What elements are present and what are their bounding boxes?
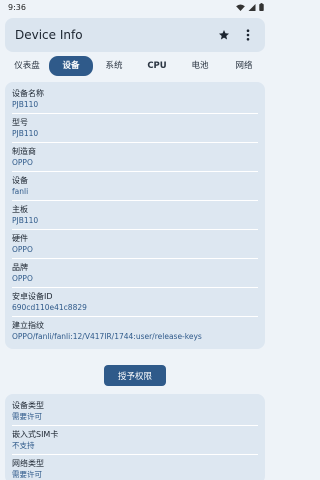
more-vert-icon[interactable] [241, 28, 255, 42]
row-label: 建立指纹 [12, 321, 44, 330]
row-value: 不支持 [12, 441, 35, 450]
info-row-device-name: 设备名称 PJB110 [12, 85, 258, 114]
info-row-board: 主板 PJB110 [12, 201, 258, 230]
info-row-network-type: 网络类型 需要许可 [12, 455, 258, 480]
device-info-card: 设备名称 PJB110 型号 PJB110 制造商 OPPO 设备 fanli … [5, 82, 265, 349]
row-label: 型号 [12, 118, 28, 127]
row-label: 主板 [12, 205, 28, 214]
star-icon[interactable] [217, 28, 231, 42]
status-time: 9:36 [8, 2, 26, 12]
status-icons [236, 3, 264, 11]
tab-dashboard[interactable]: 仪表盘 [8, 56, 46, 76]
app-bar: Device Info [5, 18, 265, 52]
row-value: fanli [12, 187, 29, 196]
row-value: OPPO [12, 274, 33, 283]
row-value: PJB110 [12, 100, 39, 109]
row-value: OPPO/fanli/fanli:12/V417IR/1744:user/rel… [12, 332, 202, 341]
row-label: 硬件 [12, 234, 28, 243]
row-value: OPPO [12, 245, 33, 254]
permission-card: 设备类型 需要许可 嵌入式SIM卡 不支持 网络类型 需要许可 [5, 394, 265, 480]
row-value: 690cd110e41c8829 [12, 303, 87, 312]
info-row-hardware: 硬件 OPPO [12, 230, 258, 259]
signal-icon [248, 3, 256, 11]
tab-battery[interactable]: 电池 [185, 56, 215, 76]
row-value: 需要许可 [12, 412, 42, 421]
info-row-device-type: 设备类型 需要许可 [12, 397, 258, 426]
row-label: 嵌入式SIM卡 [12, 430, 59, 439]
status-bar: 9:36 [0, 0, 270, 14]
row-label: 安卓设备ID [12, 292, 53, 301]
tab-system[interactable]: 系统 [100, 56, 128, 76]
info-row-device: 设备 fanli [12, 172, 258, 201]
info-row-brand: 品牌 OPPO [12, 259, 258, 288]
row-label: 制造商 [12, 147, 36, 156]
row-value: 需要许可 [12, 470, 42, 479]
battery-icon [259, 3, 264, 11]
info-row-esim: 嵌入式SIM卡 不支持 [12, 426, 258, 455]
row-value: PJB110 [12, 129, 39, 138]
grant-permission-button[interactable]: 授予权限 [104, 365, 166, 386]
row-label: 设备类型 [12, 401, 44, 410]
info-row-android-id: 安卓设备ID 690cd110e41c8829 [12, 288, 258, 317]
row-label: 品牌 [12, 263, 28, 272]
info-row-manufacturer: 制造商 OPPO [12, 143, 258, 172]
row-label: 网络类型 [12, 459, 44, 468]
tab-network[interactable]: 网络 [229, 56, 259, 76]
tab-bar: 仪表盘 设备 系统 CPU 电池 网络 [0, 56, 270, 76]
info-row-fingerprint: 建立指纹 OPPO/fanli/fanli:12/V417IR/1744:use… [12, 317, 258, 346]
row-value: OPPO [12, 158, 33, 167]
info-row-model: 型号 PJB110 [12, 114, 258, 143]
tab-device[interactable]: 设备 [49, 56, 93, 76]
row-label: 设备名称 [12, 89, 44, 98]
row-value: PJB110 [12, 216, 39, 225]
app-title: Device Info [15, 28, 83, 42]
row-label: 设备 [12, 176, 28, 185]
tab-cpu[interactable]: CPU [142, 56, 172, 76]
wifi-icon [236, 3, 245, 11]
